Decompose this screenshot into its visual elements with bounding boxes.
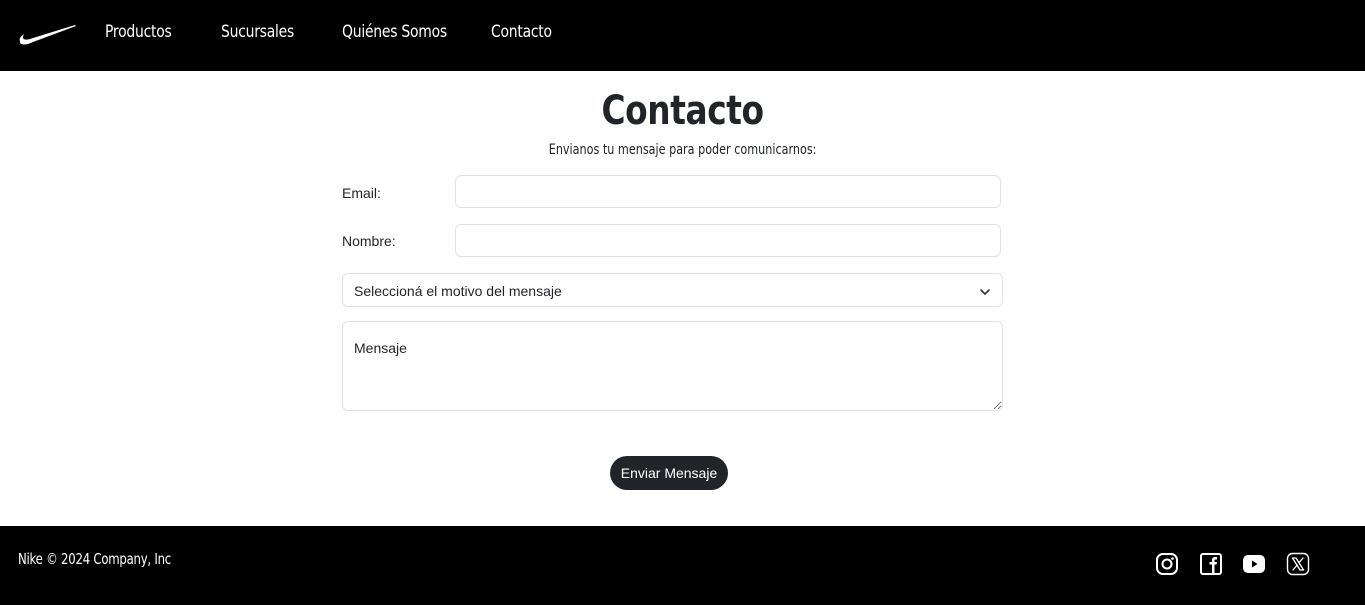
page-title: Contacto — [601, 88, 765, 134]
x-twitter-icon[interactable] — [1286, 552, 1310, 576]
instagram-icon[interactable] — [1155, 552, 1179, 576]
name-label: Nombre: — [342, 233, 396, 249]
footer-copyright: Nike © 2024 Company, Inc — [18, 550, 171, 568]
chevron-down-icon — [979, 285, 991, 297]
nike-swoosh-icon[interactable] — [19, 24, 77, 46]
nav-link-sucursales[interactable]: Sucursales — [221, 22, 294, 42]
send-message-button[interactable]: Enviar Mensaje — [610, 456, 728, 490]
top-navbar: Productos Sucursales Quiénes Somos Conta… — [0, 0, 1365, 71]
reason-select-value: Seleccioná el motivo del mensaje — [354, 283, 562, 299]
page-subtitle: Envianos tu mensaje para poder comunicar… — [548, 142, 817, 158]
nav-link-productos[interactable]: Productos — [105, 22, 172, 42]
youtube-icon[interactable] — [1242, 552, 1266, 576]
email-label: Email: — [342, 185, 381, 201]
footer: Nike © 2024 Company, Inc — [0, 526, 1365, 605]
name-field[interactable] — [455, 224, 1001, 257]
nav-link-contacto[interactable]: Contacto — [491, 22, 552, 42]
email-field[interactable] — [455, 175, 1001, 208]
message-field[interactable] — [342, 321, 1003, 411]
reason-select[interactable]: Seleccioná el motivo del mensaje — [342, 273, 1003, 307]
facebook-icon[interactable] — [1199, 552, 1223, 576]
nav-link-quienes-somos[interactable]: Quiénes Somos — [342, 22, 447, 42]
